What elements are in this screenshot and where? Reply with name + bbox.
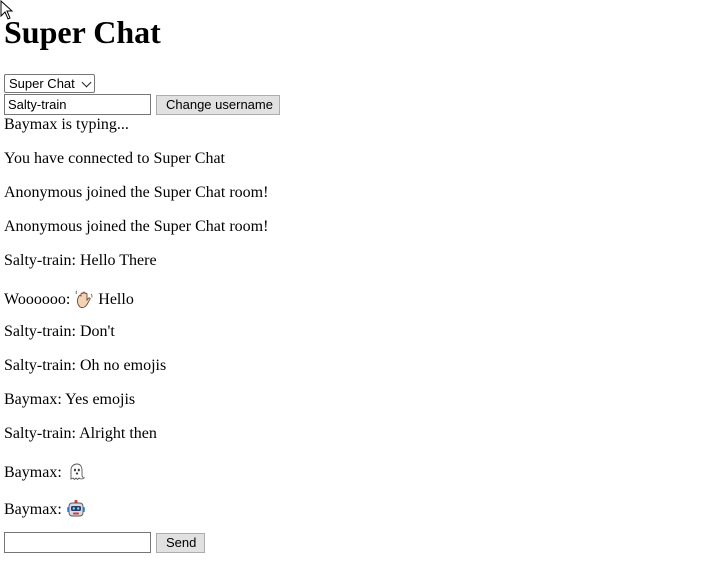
message-item: Anonymous joined the Super Chat room! bbox=[4, 218, 269, 235]
waving-hand-icon bbox=[74, 289, 94, 309]
room-select[interactable]: Super Chat bbox=[4, 74, 95, 93]
typing-indicator: Baymax is typing... bbox=[4, 116, 129, 133]
message-item: Anonymous joined the Super Chat room! bbox=[4, 184, 269, 201]
message-item: Salty-train: Oh no emojis bbox=[4, 357, 167, 374]
message-item: Baymax: bbox=[4, 499, 86, 519]
message-item: Baymax: Yes emojis bbox=[4, 391, 136, 408]
page-title: Super Chat bbox=[4, 14, 161, 50]
message-item: You have connected to Super Chat bbox=[4, 150, 225, 167]
message-prefix: Woooooo: bbox=[4, 291, 75, 308]
change-username-button[interactable]: Change username bbox=[156, 95, 280, 115]
chevron-down-icon bbox=[81, 77, 92, 88]
message-item: Baymax: bbox=[4, 462, 86, 482]
message-prefix: Baymax: bbox=[4, 464, 66, 481]
message-item: Salty-train: Hello There bbox=[4, 252, 157, 269]
message-suffix: Hello bbox=[94, 291, 134, 308]
room-select-value: Super Chat bbox=[9, 76, 75, 91]
message-item: Woooooo: Hello bbox=[4, 289, 134, 309]
send-button[interactable]: Send bbox=[156, 533, 205, 553]
message-prefix: Baymax: bbox=[4, 501, 66, 518]
message-item: Salty-train: Alright then bbox=[4, 425, 157, 442]
robot-icon bbox=[66, 499, 86, 519]
message-input[interactable] bbox=[4, 532, 151, 553]
ghost-icon bbox=[66, 462, 86, 482]
username-input[interactable]: Salty-train bbox=[4, 94, 151, 115]
message-item: Salty-train: Don't bbox=[4, 323, 115, 340]
